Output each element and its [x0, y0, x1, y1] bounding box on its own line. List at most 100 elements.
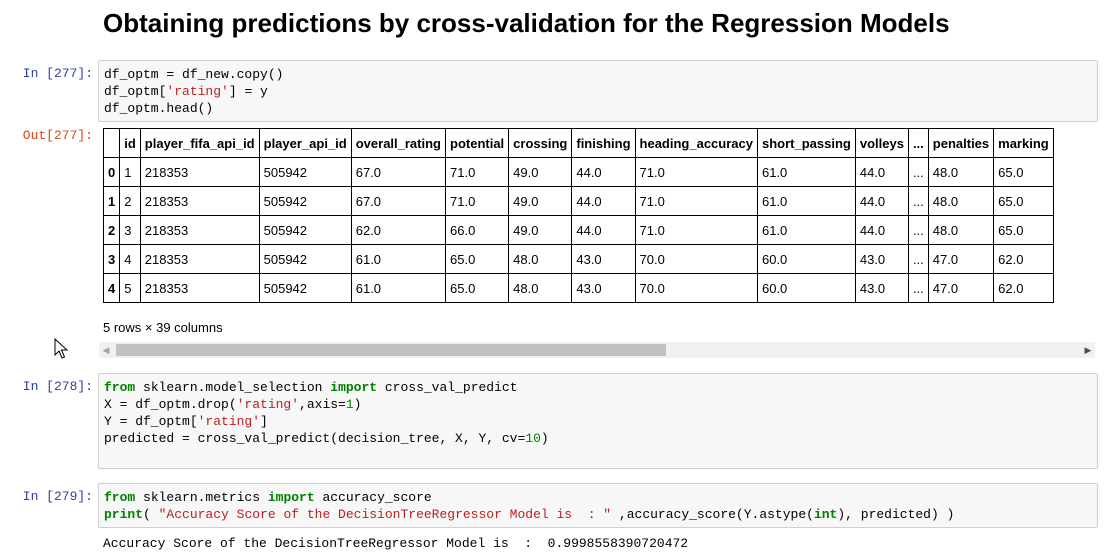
table-cell: 49.0 — [508, 215, 573, 245]
table-cell: 62.0 — [350, 215, 447, 245]
code-cell-277[interactable]: df_optm = df_new.copy() df_optm['rating']… — [98, 60, 1098, 122]
code-cell-279[interactable]: from sklearn.metrics import accuracy_sco… — [98, 483, 1098, 528]
code-token: from — [104, 380, 136, 395]
table-row: 1 2 218353 505942 67.0 71.0 49.0 44.0 71.0 61.0 44… — [103, 186, 1054, 216]
table-cell: 71.0 — [634, 186, 758, 216]
table-cell: 66.0 — [444, 215, 510, 245]
table-cell: 65.0 — [993, 157, 1054, 187]
row-index: 1 — [103, 186, 121, 216]
table-cell: 505942 — [258, 244, 352, 274]
code-line: Y = df_optm['rating'] — [104, 413, 1092, 430]
column-header: potential — [444, 128, 510, 158]
scroll-left-arrow-icon[interactable]: ◀ — [99, 342, 113, 358]
scrollbar-thumb[interactable] — [116, 344, 666, 356]
code-token: "Accuracy Score of the DecisionTreeRegre… — [158, 507, 612, 522]
code-line: from sklearn.metrics import accuracy_sco… — [104, 489, 1092, 506]
code-token: 'rating' — [197, 414, 261, 429]
table-cell: 65.0 — [444, 244, 510, 274]
column-header: overall_rating — [350, 128, 447, 158]
table-cell: 65.0 — [993, 186, 1054, 216]
table-cell: 49.0 — [508, 157, 573, 187]
code-token: import — [330, 380, 378, 395]
table-cell: 62.0 — [993, 244, 1054, 274]
table-cell: 61.0 — [350, 273, 447, 303]
table-header-row: id player_fifa_api_id player_api_id overall… — [103, 128, 1054, 158]
table-cell: 48.0 — [927, 215, 995, 245]
table-cell: 48.0 — [927, 157, 995, 187]
table-cell: 67.0 — [350, 186, 447, 216]
table-cell: 48.0 — [927, 186, 995, 216]
table-cell: 47.0 — [927, 273, 995, 303]
table-cell: ... — [907, 215, 929, 245]
dataframe-table: id player_fifa_api_id player_api_id overall… — [103, 128, 1054, 303]
code-token: 10 — [525, 431, 541, 446]
table-cell: 43.0 — [571, 244, 636, 274]
table-cell: 44.0 — [854, 215, 909, 245]
table-cell: 71.0 — [444, 186, 510, 216]
table-cell: 1 — [119, 157, 141, 187]
stream-output-279: Accuracy Score of the DecisionTreeRegres… — [103, 536, 689, 551]
input-prompt-277: In [277]: — [22, 66, 93, 81]
code-line: df_optm['rating'] = y — [104, 83, 1092, 100]
code-token: predicted = cross_val_predict(decision_t… — [104, 431, 526, 446]
table-cell: 3 — [119, 215, 141, 245]
column-header: player_api_id — [258, 128, 352, 158]
code-token: df_optm.head() — [104, 101, 214, 116]
column-header — [103, 128, 121, 158]
code-token: ) — [540, 431, 549, 446]
horizontal-scrollbar[interactable]: ◀ ▶ — [99, 342, 1095, 358]
table-cell: 48.0 — [508, 273, 573, 303]
table-cell: 43.0 — [571, 273, 636, 303]
table-row: 3 4 218353 505942 61.0 65.0 48.0 43.0 70.0 60.0 43… — [103, 244, 1054, 274]
input-prompt-278: In [278]: — [22, 379, 93, 394]
code-token: Y = df_optm[ — [104, 414, 198, 429]
column-header: finishing — [571, 128, 636, 158]
code-line: predicted = cross_val_predict(decision_t… — [104, 430, 1092, 447]
output-prompt-277: Out[277]: — [22, 128, 93, 143]
table-cell: ... — [907, 186, 929, 216]
scroll-right-arrow-icon[interactable]: ▶ — [1081, 342, 1095, 358]
code-line: df_optm = df_new.copy() — [104, 66, 1092, 83]
table-cell: ... — [907, 273, 929, 303]
code-line: print( "Accuracy Score of the DecisionTr… — [104, 506, 1092, 523]
code-token: import — [267, 490, 315, 505]
dataframe-output: id player_fifa_api_id player_api_id overall… — [103, 128, 1098, 304]
code-token: 'rating' — [166, 84, 229, 99]
code-token: 'rating' — [236, 397, 300, 412]
table-cell: 71.0 — [444, 157, 510, 187]
row-index: 2 — [103, 215, 121, 245]
table-cell: 2 — [119, 186, 141, 216]
table-cell: 71.0 — [634, 157, 758, 187]
table-cell: 44.0 — [571, 215, 636, 245]
column-header: volleys — [854, 128, 909, 158]
row-index: 0 — [103, 157, 121, 187]
code-line: df_optm.head() — [104, 100, 1092, 117]
code-token: sklearn.metrics — [135, 490, 268, 505]
code-cell-278[interactable]: from sklearn.model_selection import cros… — [98, 373, 1098, 469]
table-cell: 505942 — [258, 273, 352, 303]
code-token: ) — [353, 397, 362, 412]
table-cell: ... — [907, 157, 929, 187]
code-token: ), predicted) ) — [837, 507, 955, 522]
table-cell: 61.0 — [350, 244, 447, 274]
column-header: short_passing — [756, 128, 856, 158]
table-cell: 48.0 — [508, 244, 573, 274]
input-prompt-279: In [279]: — [22, 489, 93, 504]
table-row: 4 5 218353 505942 61.0 65.0 48.0 43.0 70.0 60.0 43… — [103, 273, 1054, 303]
column-header: crossing — [508, 128, 573, 158]
table-cell: 218353 — [139, 186, 260, 216]
table-cell: 218353 — [139, 244, 260, 274]
table-cell: 60.0 — [756, 244, 856, 274]
column-header: id — [119, 128, 141, 158]
table-cell: 62.0 — [993, 273, 1054, 303]
table-cell: 65.0 — [993, 215, 1054, 245]
table-cell: 505942 — [258, 186, 352, 216]
table-cell: 44.0 — [854, 157, 909, 187]
table-cell: 65.0 — [444, 273, 510, 303]
table-cell: 61.0 — [756, 186, 856, 216]
row-index: 4 — [103, 273, 121, 303]
table-cell: 4 — [119, 244, 141, 274]
row-index: 3 — [103, 244, 121, 274]
table-cell: 71.0 — [634, 215, 758, 245]
